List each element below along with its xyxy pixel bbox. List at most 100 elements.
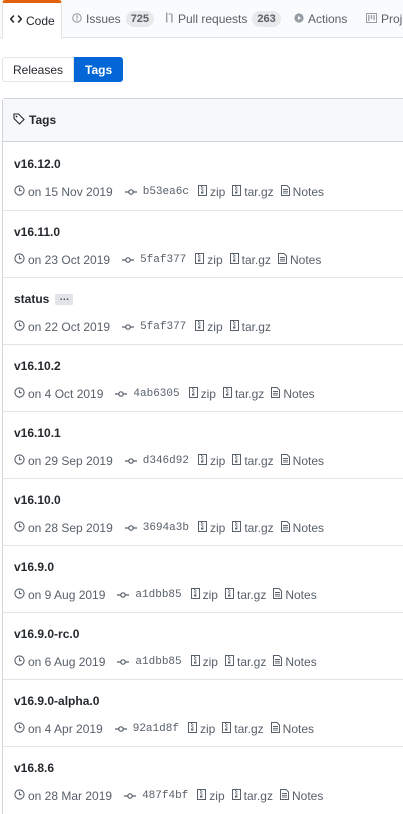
commit-sha-link[interactable]: 92a1d8f bbox=[133, 723, 179, 735]
release-notes-link[interactable]: Notes bbox=[273, 655, 317, 669]
zip-download-link[interactable]: zip bbox=[195, 253, 223, 267]
zip-download-link[interactable]: zip bbox=[195, 320, 223, 334]
notes-label: Notes bbox=[285, 588, 317, 602]
release-notes-link[interactable]: Notes bbox=[270, 722, 315, 736]
commit-sha-link[interactable]: 5faf377 bbox=[140, 254, 186, 266]
commit-sha-link[interactable]: 487f4bf bbox=[142, 790, 188, 802]
tag-date: on 15 Nov 2019 bbox=[28, 185, 113, 199]
tag-name-link[interactable]: v16.12.0 bbox=[14, 157, 61, 171]
targz-download-link[interactable]: tar.gz bbox=[232, 521, 274, 535]
zip-download-link[interactable]: zip bbox=[190, 655, 218, 669]
file-zip-icon bbox=[232, 454, 242, 468]
tag-name: v16.12.0 bbox=[14, 157, 61, 171]
tag-name-link[interactable]: v16.9.0-rc.0 bbox=[14, 627, 79, 641]
release-notes-link[interactable]: Notes bbox=[280, 454, 324, 468]
issue-opened-icon bbox=[72, 12, 82, 26]
release-notes-link[interactable]: Notes bbox=[277, 253, 321, 267]
notes-label: Notes bbox=[282, 722, 315, 736]
zip-download-link[interactable]: zip bbox=[197, 454, 226, 468]
commit-sha-link[interactable]: a1dbb85 bbox=[135, 656, 181, 668]
file-zip-icon bbox=[195, 253, 205, 267]
tag-name: v16.10.1 bbox=[14, 426, 61, 440]
release-notes-link[interactable]: Notes bbox=[271, 387, 315, 401]
git-commit-icon bbox=[124, 521, 137, 535]
zip-label: zip bbox=[207, 320, 223, 334]
tag-name-link[interactable]: v16.11.0 bbox=[14, 225, 60, 239]
targz-download-link[interactable]: tar.gz bbox=[232, 185, 274, 199]
tag-name-link[interactable]: v16.9.0 bbox=[14, 560, 54, 574]
tab-code[interactable]: Code bbox=[2, 0, 62, 39]
targz-download-link[interactable]: tar.gz bbox=[222, 387, 265, 401]
notes-label: Notes bbox=[292, 185, 325, 199]
tab-code-label: Code bbox=[26, 13, 55, 28]
play-icon bbox=[294, 12, 304, 26]
file-icon bbox=[279, 789, 289, 803]
targz-download-link[interactable]: tar.gz bbox=[232, 454, 274, 468]
zip-download-link[interactable]: zip bbox=[197, 789, 225, 803]
file-zip-icon bbox=[197, 789, 207, 803]
targz-label: tar.gz bbox=[234, 387, 265, 401]
tag-name-link[interactable]: v16.10.1 bbox=[14, 426, 61, 440]
release-notes-link[interactable]: Notes bbox=[279, 789, 323, 803]
targz-download-link[interactable]: tar.gz bbox=[231, 789, 273, 803]
tab-issues[interactable]: Issues 725 bbox=[72, 0, 155, 38]
notes-label: Notes bbox=[292, 521, 325, 535]
file-zip-icon bbox=[197, 521, 207, 535]
release-notes-link[interactable]: Notes bbox=[280, 185, 325, 199]
tag-meta: on 15 Nov 2019 b53ea6c zip tar.gz Notes bbox=[14, 184, 331, 200]
targz-download-link[interactable]: tar.gz bbox=[224, 655, 266, 669]
clock-icon bbox=[14, 320, 25, 334]
targz-download-link[interactable]: tar.gz bbox=[229, 253, 271, 267]
tag-date: on 6 Aug 2019 bbox=[28, 655, 106, 669]
commit-sha-link[interactable]: d346d92 bbox=[143, 455, 189, 467]
commit-sha-link[interactable]: 5faf377 bbox=[140, 321, 186, 333]
tag-name-link[interactable]: v16.10.2 bbox=[14, 359, 61, 373]
code-icon bbox=[9, 14, 23, 27]
expand-ellipsis-button[interactable]: … bbox=[55, 293, 74, 306]
file-zip-icon bbox=[187, 722, 197, 736]
commit-sha-link[interactable]: 3694a3b bbox=[143, 522, 189, 534]
zip-download-link[interactable]: zip bbox=[187, 722, 215, 736]
tags-box-header: Tags bbox=[3, 99, 403, 142]
zip-download-link[interactable]: zip bbox=[197, 521, 225, 535]
tag-date: on 4 Oct 2019 bbox=[28, 387, 104, 401]
tag-name-link[interactable]: status… bbox=[14, 292, 74, 306]
zip-download-link[interactable]: zip bbox=[197, 185, 225, 199]
tags-button[interactable]: Tags bbox=[74, 57, 124, 82]
tag-name-link[interactable]: v16.10.0 bbox=[14, 493, 61, 507]
tab-projects[interactable]: Proj bbox=[366, 0, 402, 38]
file-icon bbox=[280, 454, 290, 468]
tag-date: on 9 Aug 2019 bbox=[28, 588, 106, 602]
tag-name: v16.10.2 bbox=[14, 359, 61, 373]
commit-sha-link[interactable]: 4ab6305 bbox=[133, 388, 179, 400]
zip-download-link[interactable]: zip bbox=[190, 588, 218, 602]
tag-row: v16.10.2 on 4 Oct 2019 4ab6305 zip tar.gz Not… bbox=[3, 344, 403, 411]
file-zip-icon bbox=[224, 655, 234, 669]
tag-name-link[interactable]: v16.9.0-alpha.0 bbox=[14, 694, 99, 708]
targz-download-link[interactable]: tar.gz bbox=[224, 588, 266, 602]
file-zip-icon bbox=[190, 655, 200, 669]
git-commit-icon bbox=[124, 789, 137, 803]
zip-label: zip bbox=[209, 454, 226, 468]
file-icon bbox=[273, 588, 283, 602]
git-commit-icon bbox=[114, 722, 127, 736]
targz-download-link[interactable]: tar.gz bbox=[222, 722, 264, 736]
releases-button[interactable]: Releases bbox=[2, 57, 75, 82]
tab-actions[interactable]: Actions bbox=[294, 0, 347, 38]
commit-sha-link[interactable]: a1dbb85 bbox=[135, 589, 181, 601]
release-notes-link[interactable]: Notes bbox=[273, 588, 317, 602]
tags-box-title: Tags bbox=[29, 113, 57, 127]
tab-pull-requests-label: Pull requests bbox=[178, 12, 248, 26]
targz-label: tar.gz bbox=[244, 521, 274, 535]
tag-name-link[interactable]: v16.8.6 bbox=[14, 761, 54, 775]
targz-label: tar.gz bbox=[241, 320, 271, 334]
tab-pull-requests[interactable]: Pull requests 263 bbox=[165, 0, 281, 38]
clock-icon bbox=[14, 588, 25, 602]
zip-download-link[interactable]: zip bbox=[188, 387, 216, 401]
targz-download-link[interactable]: tar.gz bbox=[229, 320, 271, 334]
notes-label: Notes bbox=[285, 655, 317, 669]
tag-meta: on 4 Apr 2019 92a1d8f zip tar.gz Notes bbox=[14, 721, 321, 737]
release-notes-link[interactable]: Notes bbox=[280, 521, 325, 535]
commit-sha-link[interactable]: b53ea6c bbox=[143, 186, 189, 198]
clock-icon bbox=[14, 789, 25, 803]
